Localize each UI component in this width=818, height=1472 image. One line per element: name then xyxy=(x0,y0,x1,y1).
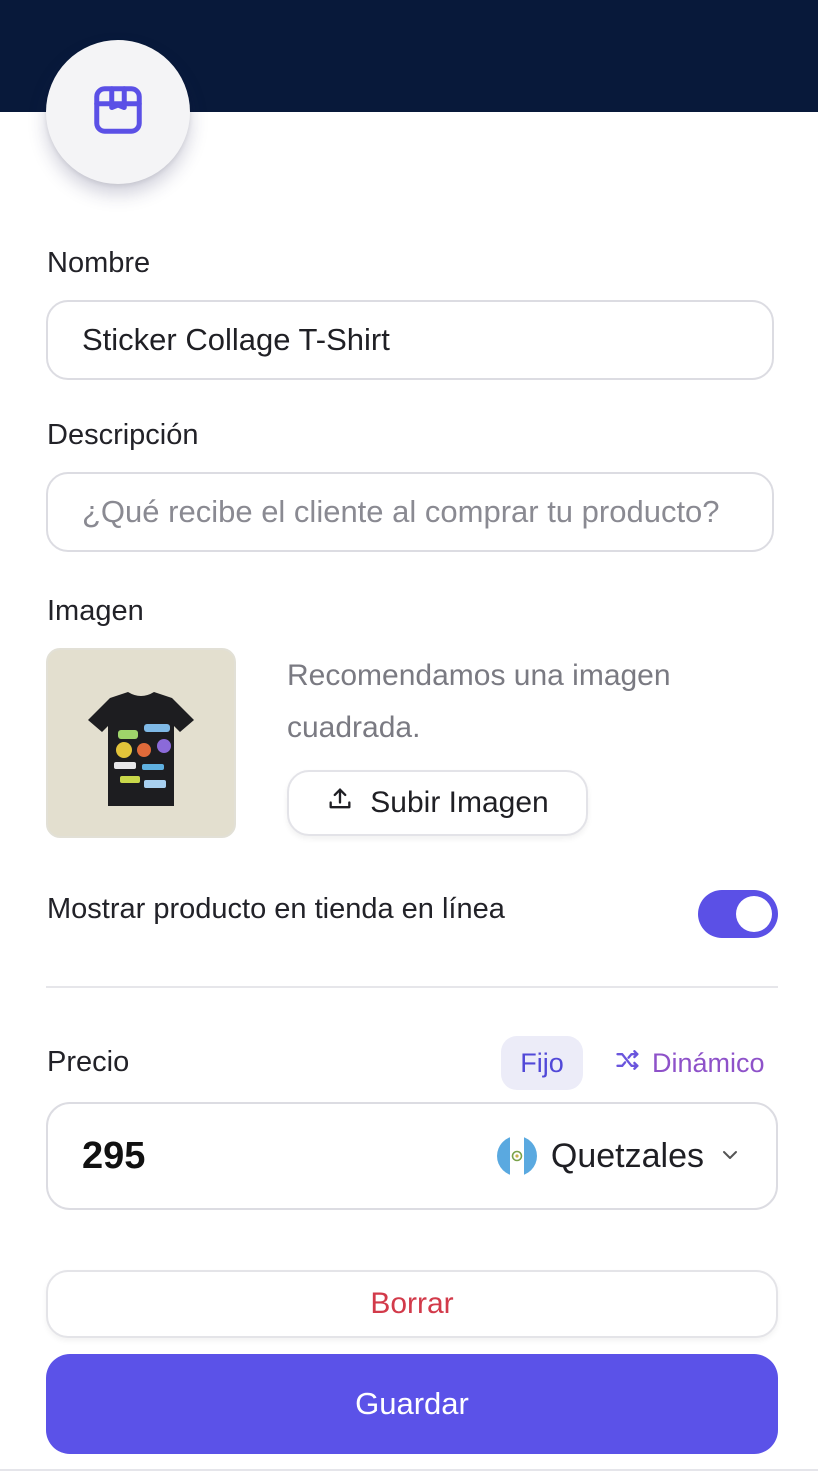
price-mode-dynamic-label: Dinámico xyxy=(652,1047,765,1078)
upload-icon xyxy=(326,785,354,821)
shuffle-icon xyxy=(614,1046,642,1081)
upload-image-button[interactable]: Subir Imagen xyxy=(287,770,588,836)
image-label: Imagen xyxy=(47,595,144,627)
bottom-divider xyxy=(0,1469,818,1471)
upload-image-label: Subir Imagen xyxy=(370,786,549,819)
chevron-down-icon xyxy=(718,1137,742,1176)
section-divider xyxy=(46,986,778,988)
online-store-label: Mostrar producto en tienda en línea xyxy=(47,893,505,925)
product-image-thumbnail[interactable] xyxy=(46,648,236,838)
toggle-knob xyxy=(736,896,772,932)
currency-selector[interactable]: Quetzales xyxy=(496,1104,742,1208)
description-input[interactable] xyxy=(82,494,738,530)
save-button[interactable]: Guardar xyxy=(46,1354,778,1454)
currency-label: Quetzales xyxy=(550,1136,704,1175)
product-avatar[interactable] xyxy=(46,40,190,184)
guatemala-flag-icon xyxy=(496,1136,537,1176)
price-label: Precio xyxy=(47,1046,130,1078)
description-label: Descripción xyxy=(47,419,199,451)
name-input[interactable] xyxy=(82,322,738,358)
description-field[interactable] xyxy=(46,472,774,552)
image-hint: Recomendamos una imagen cuadrada. xyxy=(287,659,671,744)
price-mode-fixed-button[interactable]: Fijo xyxy=(501,1036,583,1090)
delete-button[interactable]: Borrar xyxy=(46,1270,778,1338)
package-icon xyxy=(88,80,148,145)
price-field[interactable]: 295 Quetzales xyxy=(46,1102,778,1210)
price-mode-dynamic-button[interactable]: Dinámico xyxy=(614,1036,765,1090)
price-input[interactable]: 295 xyxy=(82,1104,145,1208)
tshirt-image xyxy=(88,692,194,806)
name-label: Nombre xyxy=(47,247,151,279)
online-store-toggle[interactable] xyxy=(698,890,778,938)
name-field[interactable] xyxy=(46,300,774,380)
